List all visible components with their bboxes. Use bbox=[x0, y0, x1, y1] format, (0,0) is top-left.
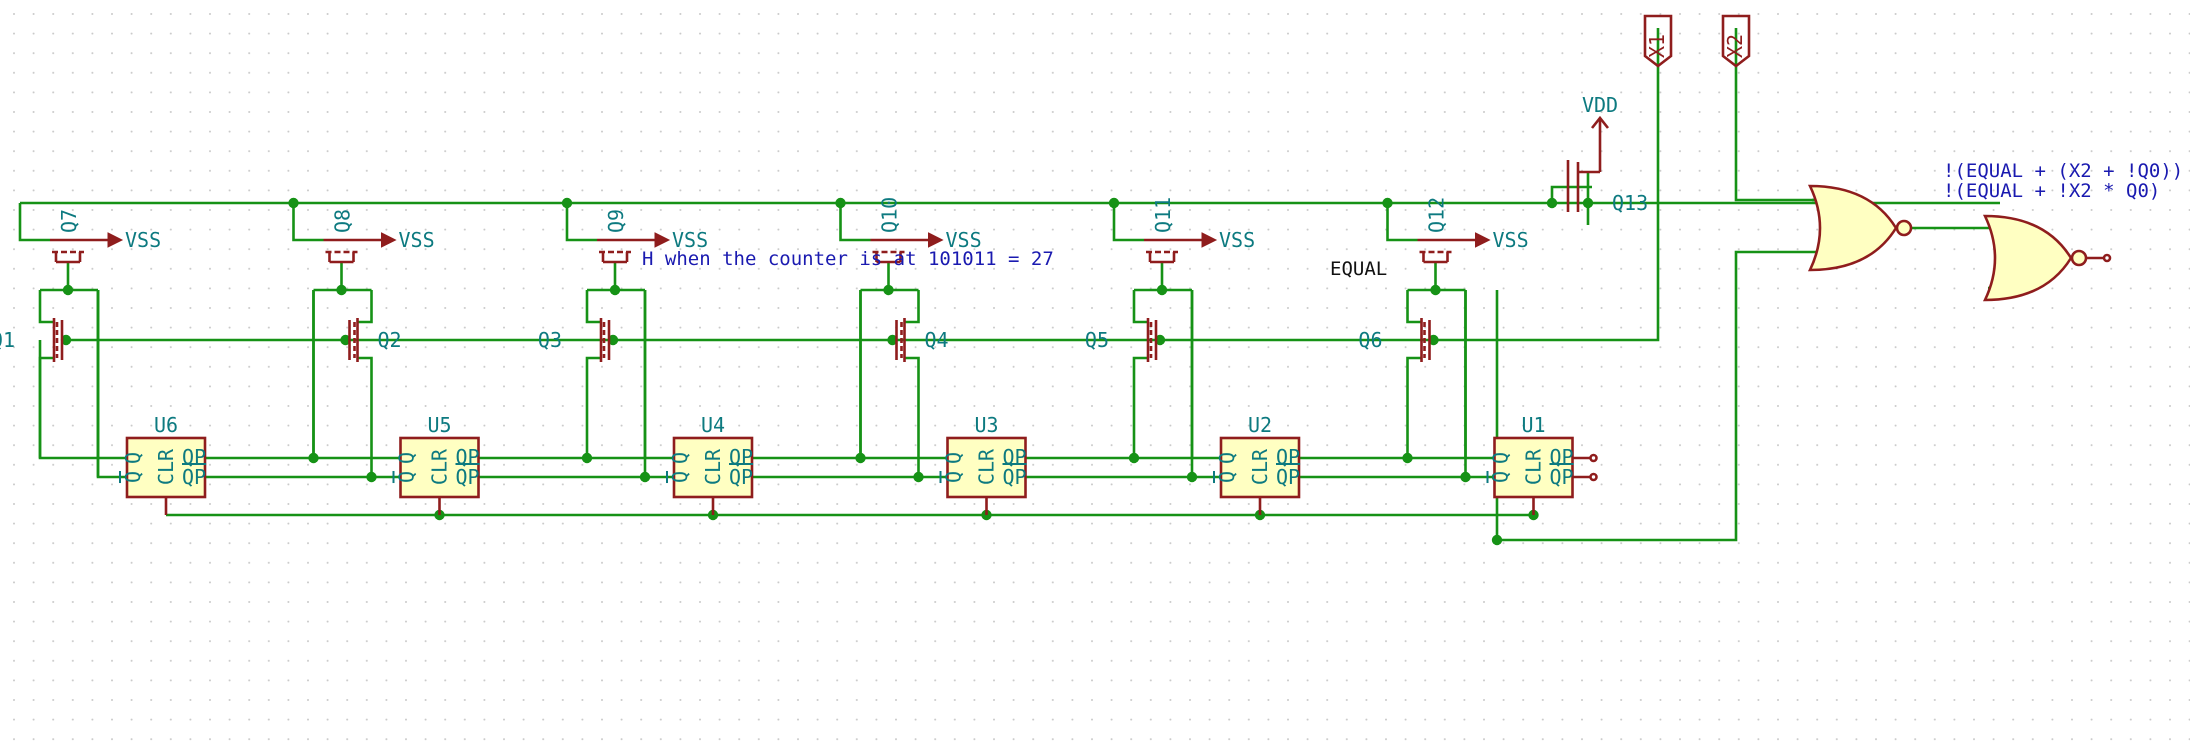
vdd-label: VDD bbox=[1582, 93, 1618, 117]
junction-dot bbox=[1430, 284, 1441, 296]
expression-1: !(EQUAL + (X2 + !Q0)) bbox=[1943, 160, 2183, 182]
transistor-label: Q1 bbox=[0, 328, 15, 352]
transistor-label: Q10 bbox=[878, 197, 902, 233]
inverter-bubble bbox=[2070, 249, 2088, 267]
pin-q-label: Q bbox=[121, 452, 145, 464]
pin-clr-label: CLR bbox=[1248, 448, 1272, 485]
transistor-label: Q5 bbox=[1085, 328, 1109, 352]
pin-clr-label: CLR bbox=[154, 448, 178, 485]
transistor-label: Q12 bbox=[1425, 197, 1449, 233]
flipflop-label: U3 bbox=[974, 413, 998, 437]
pin-qbar-label: Q bbox=[121, 471, 145, 483]
pin-q-label: Q bbox=[942, 452, 966, 464]
pin-qpbar-label: QP bbox=[1550, 465, 1574, 489]
pin-qbar-label: Q bbox=[942, 471, 966, 483]
select-q2 bbox=[348, 318, 359, 362]
pin-clr-label: CLR bbox=[701, 448, 725, 485]
junction-dot bbox=[855, 452, 866, 464]
pin-clr-label: CLR bbox=[428, 448, 452, 485]
select-q4 bbox=[895, 318, 906, 362]
junction-dot bbox=[581, 452, 593, 464]
pin-q-label: Q bbox=[668, 452, 692, 464]
pin-q-label: Q bbox=[395, 452, 419, 464]
transistor-label: Q4 bbox=[925, 328, 949, 352]
vss-label: VSS bbox=[1493, 228, 1529, 252]
flipflop-label: U1 bbox=[1521, 413, 1545, 437]
pin-qbar-label: Q bbox=[1215, 471, 1239, 483]
equal-net-label: EQUAL bbox=[1330, 258, 1387, 280]
junction-dot bbox=[1156, 284, 1168, 296]
pin-qbar-label: Q bbox=[395, 471, 419, 483]
grid-background bbox=[0, 0, 2190, 742]
junction-dot bbox=[62, 284, 74, 296]
select-q6 bbox=[1420, 318, 1431, 362]
port-label: X2 bbox=[1723, 34, 1747, 58]
flipflop-label: U6 bbox=[154, 413, 178, 437]
pin-qpbar-label: QP bbox=[456, 465, 480, 489]
junction-dot bbox=[1460, 471, 1471, 483]
transistor-label: Q7 bbox=[57, 209, 81, 233]
counter-note: H when the counter is at 101011 = 27 bbox=[642, 248, 1054, 270]
transistor-label: Q6 bbox=[1358, 328, 1382, 352]
expression-2: !(EQUAL + !X2 * Q0) bbox=[1943, 180, 2160, 202]
junction-dot bbox=[883, 284, 894, 296]
junction-dot bbox=[639, 471, 651, 483]
junction-dot bbox=[308, 452, 319, 464]
vss-label: VSS bbox=[399, 228, 435, 252]
junction-dot bbox=[1186, 471, 1198, 483]
pin-qbar-label: Q bbox=[668, 471, 692, 483]
select-q1 bbox=[52, 318, 64, 362]
flipflop-label: U2 bbox=[1248, 413, 1272, 437]
flipflop-label: U5 bbox=[427, 413, 451, 437]
transistor-label: Q3 bbox=[538, 328, 562, 352]
pin-qpbar-label: QP bbox=[729, 465, 753, 489]
pin-q-label: Q bbox=[1215, 452, 1239, 464]
pin-clr-label: CLR bbox=[975, 448, 999, 485]
vss-label: VSS bbox=[125, 228, 161, 252]
port-label: X1 bbox=[1645, 34, 1669, 58]
junction-dot bbox=[609, 284, 621, 296]
junction-dot bbox=[1546, 197, 1558, 209]
pin-qpbar-label: QP bbox=[1276, 465, 1300, 489]
pin-qpbar-label: QP bbox=[182, 465, 206, 489]
transistor-label: Q11 bbox=[1151, 197, 1175, 233]
pin-clr-label: CLR bbox=[1522, 448, 1546, 485]
pin-qpbar-label: QP bbox=[1003, 465, 1027, 489]
transistor-label: Q8 bbox=[331, 209, 355, 233]
transistor-label: Q13 bbox=[1612, 191, 1648, 215]
select-q5 bbox=[1146, 318, 1158, 362]
junction-dot bbox=[366, 471, 377, 483]
junction-dot bbox=[1128, 452, 1140, 464]
pin-qbar-label: Q bbox=[1489, 471, 1513, 483]
pin-q-label: Q bbox=[1489, 452, 1513, 464]
vss-label: VSS bbox=[1219, 228, 1255, 252]
junction-dot bbox=[336, 284, 347, 296]
inverter-bubble bbox=[1895, 219, 1913, 237]
schematic-canvas: U6QQ CLR QPQPU5QQ CLR QPQPU4QQ CLR QPQPU3QQ CLR… bbox=[0, 0, 2190, 742]
junction-dot bbox=[913, 471, 924, 483]
transistor-label: Q2 bbox=[378, 328, 402, 352]
junction-dot bbox=[1402, 452, 1413, 464]
flipflop-label: U4 bbox=[701, 413, 725, 437]
transistor-label: Q9 bbox=[604, 209, 628, 233]
select-q3 bbox=[599, 318, 611, 362]
